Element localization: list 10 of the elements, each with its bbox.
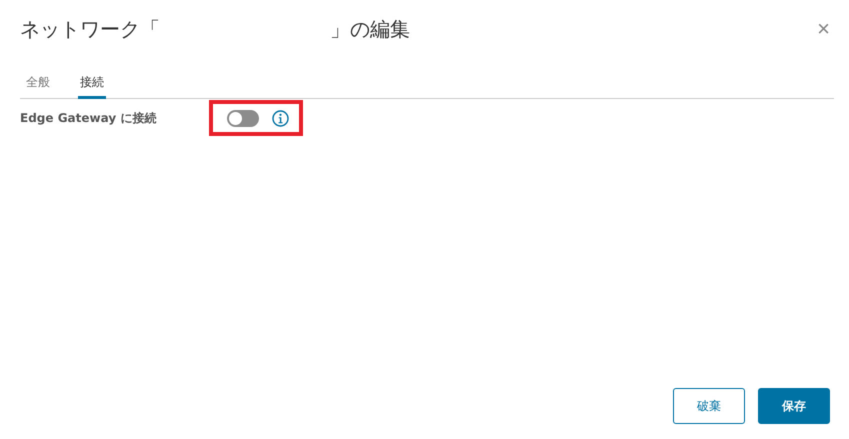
dialog-title: 」の編集 bbox=[330, 16, 410, 42]
field-label: Edge Gateway に接続 bbox=[20, 110, 158, 126]
close-button[interactable]: × bbox=[817, 18, 830, 40]
tab[interactable]: 全般 bbox=[24, 71, 52, 99]
info-icon[interactable] bbox=[272, 110, 289, 126]
save-button[interactable]: 保存 bbox=[758, 388, 830, 424]
dialog-title: ネットワーク「 bbox=[20, 16, 160, 42]
toggle-switch[interactable] bbox=[227, 110, 259, 126]
tab[interactable]: 接続 bbox=[78, 71, 106, 99]
discard-button[interactable]: 破棄 bbox=[673, 388, 745, 424]
